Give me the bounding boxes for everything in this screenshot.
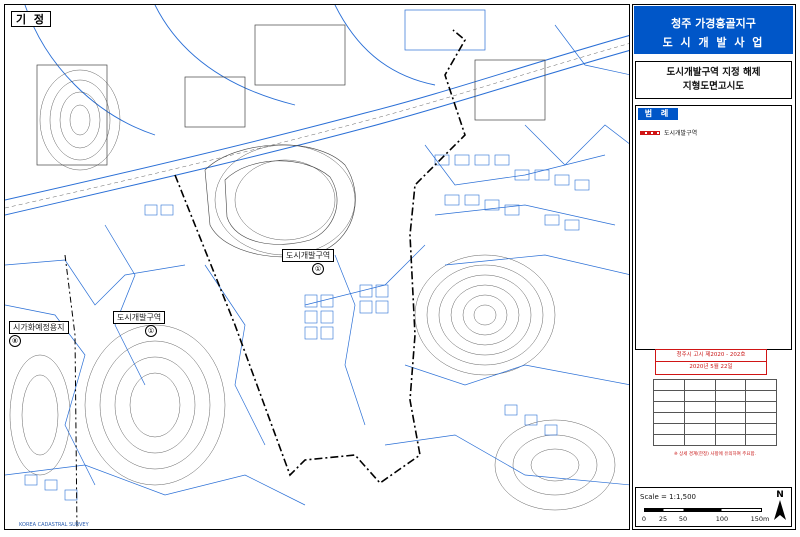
label-west-district: 도시개발구역 [113, 311, 166, 324]
label-west-num: ① [145, 325, 157, 337]
stamp-line1: 청주시 고시 제2020 - 202호 [676, 352, 746, 358]
label-far-west-num: ⑧ [9, 335, 21, 347]
legend-head: 범 례 [638, 108, 678, 120]
north-label: N [776, 490, 784, 500]
title-box: 청주 가경홍골지구 도 시 개 발 사 업 [634, 6, 793, 54]
scale-tick: 150m [750, 515, 770, 523]
boundary-swatch-icon [640, 130, 660, 135]
approval-table [653, 379, 777, 446]
legend: 범 례 도시개발구역 [635, 105, 792, 350]
legend-item: 도시개발구역 [640, 128, 697, 137]
scale-tick: 25 [658, 515, 668, 523]
scale-tick: 0 [641, 515, 647, 523]
scale-bar [644, 508, 762, 512]
scale-label: Scale = 1:1,500 [640, 493, 696, 501]
subtitle-line1: 도시개발구역 지정 해제 [666, 67, 761, 78]
map-sheet: 기 정 도시개발구역 ① 도시개발구역 ① 시가화예정용지 ⑧ KOREA CA… [0, 0, 800, 537]
footer-mark: KOREA CADASTRAL SURVEY [19, 522, 89, 528]
notice-stamp: 청주시 고시 제2020 - 202호 2020년 5월 22일 [655, 349, 767, 375]
info-panel: 청주 가경홍골지구 도 시 개 발 사 업 도시개발구역 지정 해제 지형도면고… [632, 4, 796, 530]
scale-tick: 50 [678, 515, 688, 523]
scale-tick: 100 [715, 515, 729, 523]
subtitle-line2: 지형도면고시도 [682, 81, 745, 92]
title-line2: 도 시 개 발 사 업 [662, 36, 765, 49]
stamp-line2: 2020년 5월 22일 [656, 361, 766, 373]
subtitle-box: 도시개발구역 지정 해제 지형도면고시도 [635, 61, 792, 99]
title-line1: 청주 가경홍골지구 [671, 17, 756, 30]
north-arrow-icon: N [770, 490, 790, 526]
label-center-num: ① [312, 263, 324, 275]
corner-label: 기 정 [11, 11, 51, 27]
label-center-district: 도시개발구역 [282, 249, 335, 262]
scale-box: Scale = 1:1,500 0 25 50 100 150m N [635, 487, 792, 527]
map-area[interactable]: 기 정 도시개발구역 ① 도시개발구역 ① 시가화예정용지 ⑧ KOREA CA… [4, 4, 630, 530]
label-far-west: 시가화예정용지 [9, 321, 69, 334]
notice-text: ※ 상세 경계(한정) 사항에 유의하여 주요합. [673, 452, 757, 457]
legend-item-label: 도시개발구역 [664, 130, 698, 137]
